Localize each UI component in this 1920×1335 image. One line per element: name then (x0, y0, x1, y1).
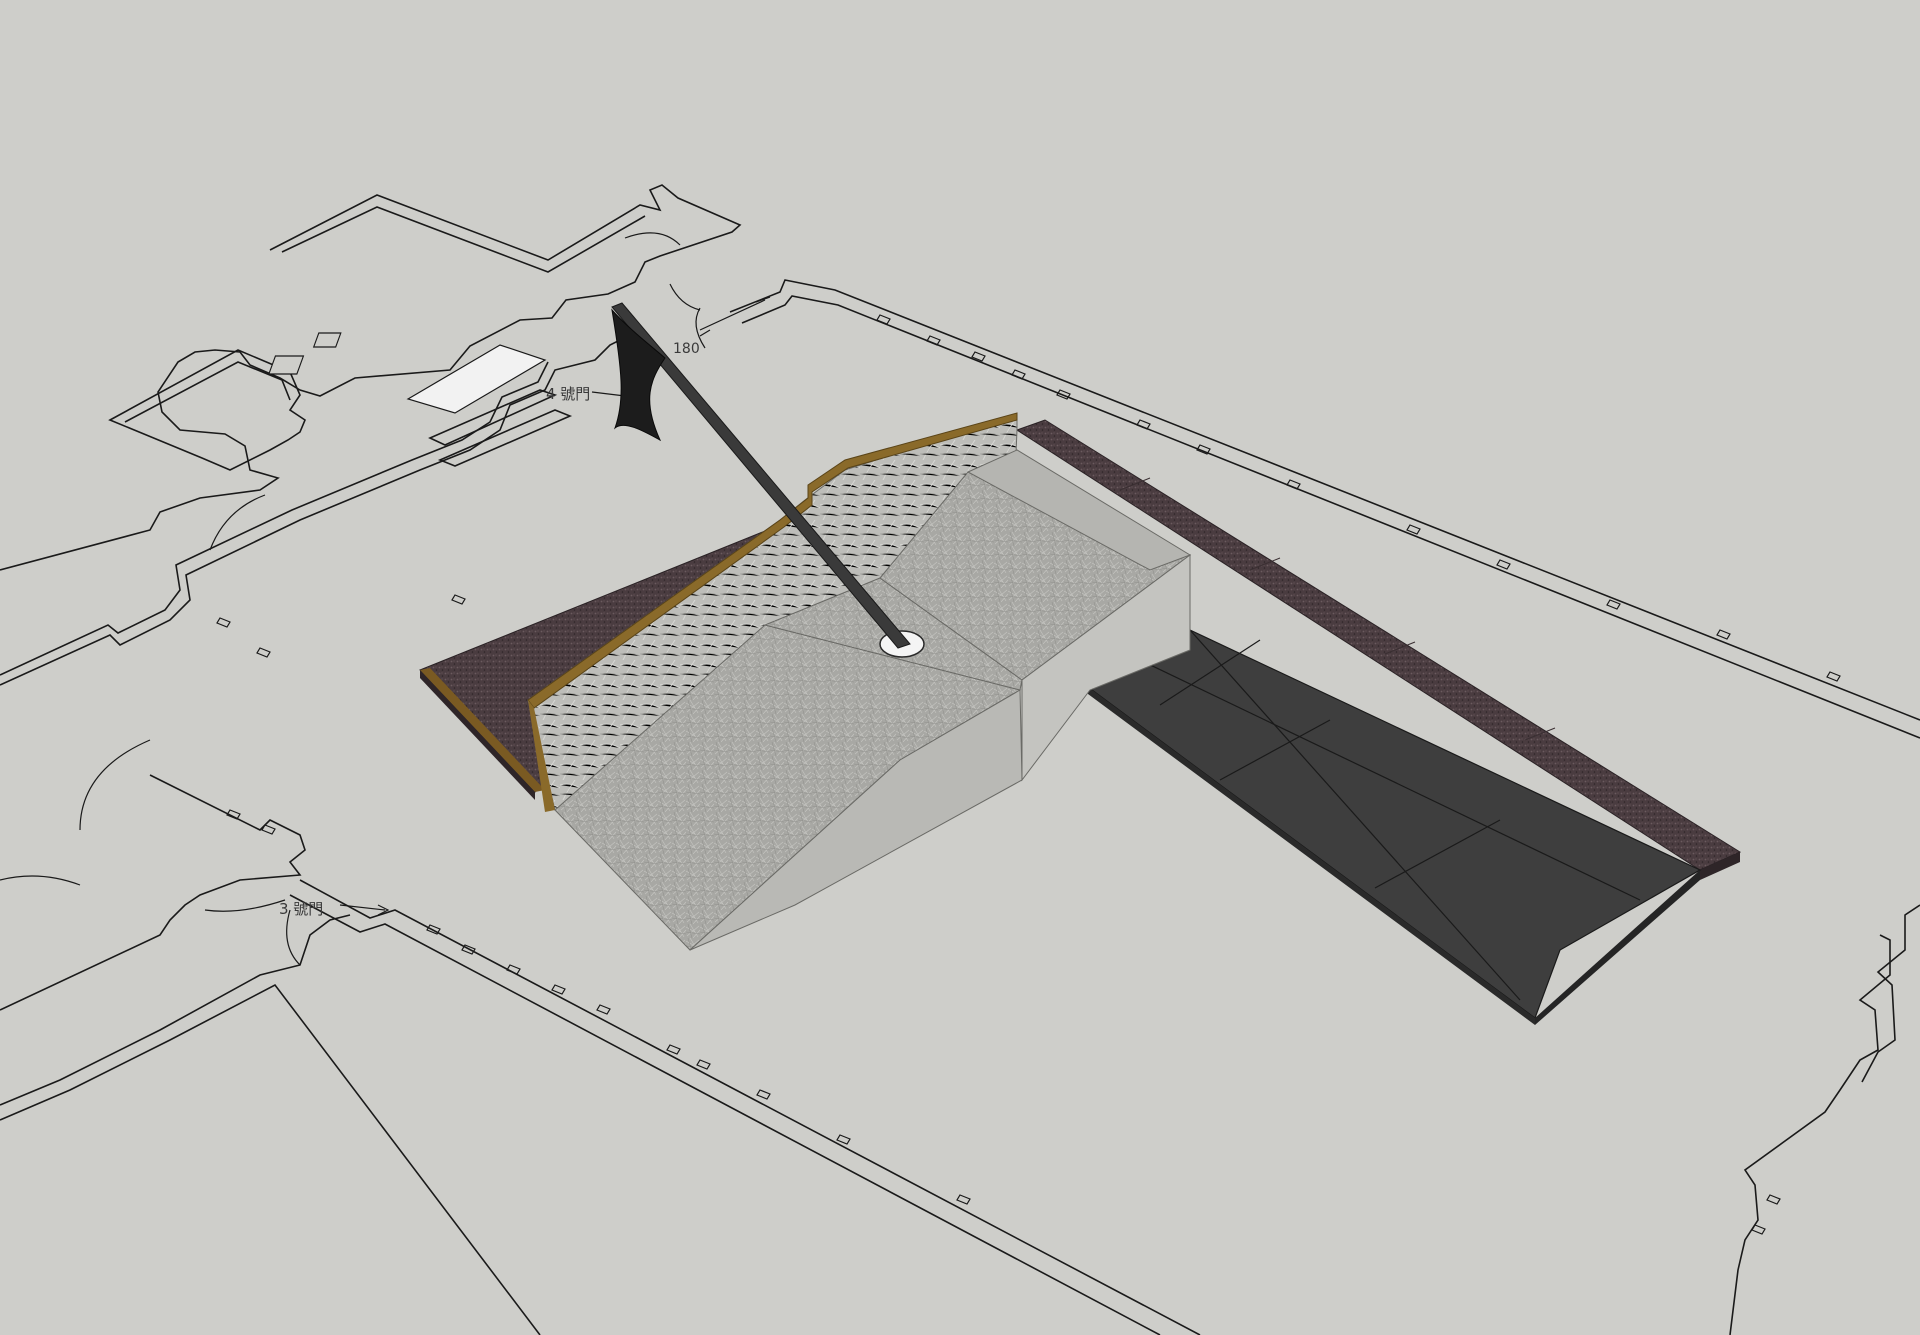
plan-fixture (312, 332, 342, 348)
door-arc (669, 283, 701, 311)
plan-wall (289, 894, 1161, 1335)
3d-scene[interactable] (0, 0, 1920, 1335)
modeling-viewport[interactable]: 4 號門 3 號門 180 (0, 0, 1920, 1335)
door-arc (624, 232, 681, 246)
door-arc (204, 899, 286, 912)
door-4-label: 4 號門 (546, 385, 591, 403)
door-arc (79, 739, 151, 831)
plan-wall (0, 361, 549, 676)
plan-wall (299, 879, 1201, 1335)
3d-model[interactable] (419, 302, 1742, 1025)
dimension-label: 180 (673, 341, 700, 357)
plan-wall (1729, 934, 1891, 1335)
plan-wall (0, 983, 541, 1335)
plan-wall (1861, 904, 1920, 1083)
white-slab (406, 344, 547, 414)
plan-wall (0, 914, 351, 1106)
leader-line (591, 391, 626, 397)
plan-fixture (268, 355, 305, 375)
door-3-label: 3 號門 (279, 900, 324, 918)
door-arc (0, 875, 81, 886)
plan-wall (281, 206, 646, 273)
